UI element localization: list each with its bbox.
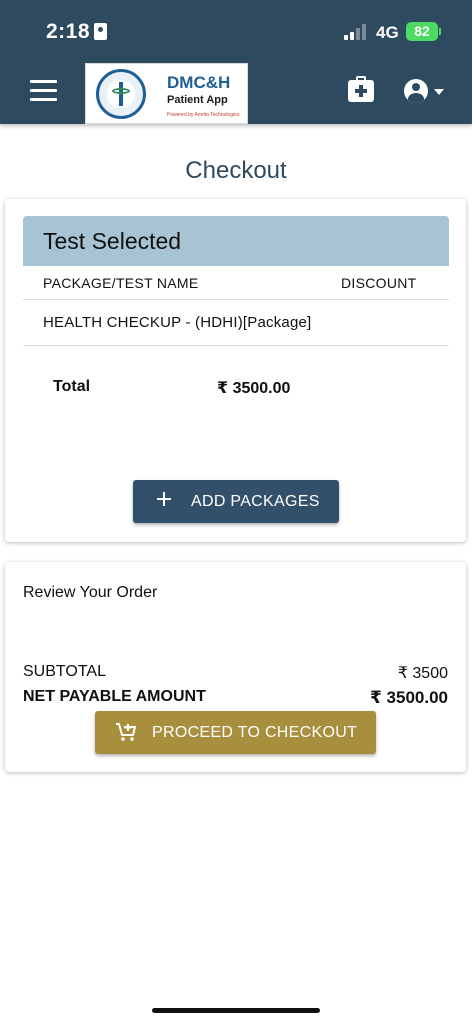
- review-order-card: Review Your Order SUBTOTAL ₹ 3500 NET PA…: [5, 562, 466, 772]
- tests-card-header: Test Selected: [23, 216, 449, 266]
- table-row: HEALTH CHECKUP - (HDHI)[Package]: [43, 314, 312, 331]
- subtotal-label: SUBTOTAL: [23, 663, 106, 680]
- signal-strength-icon: [344, 24, 370, 40]
- college-seal-icon: [96, 69, 146, 119]
- logo-subtitle: Patient App: [167, 94, 228, 106]
- cart-plus-icon: [115, 722, 137, 742]
- menu-icon[interactable]: [30, 80, 57, 102]
- id-badge-icon: [94, 23, 107, 40]
- divider: [23, 299, 449, 300]
- total-label: Total: [53, 378, 91, 395]
- proceed-to-checkout-button[interactable]: PROCEED TO CHECKOUT: [95, 711, 376, 754]
- medical-kit-icon[interactable]: [348, 76, 374, 102]
- add-packages-button[interactable]: ADD PACKAGES: [133, 480, 339, 523]
- status-time: 2:18: [46, 20, 91, 43]
- caret-down-icon[interactable]: [434, 89, 444, 95]
- tests-card-title: Test Selected: [43, 228, 182, 254]
- net-payable-value: ₹ 3500.00: [369, 688, 448, 707]
- logo-powered-by: Powered by Amrita Technologies: [167, 112, 240, 118]
- account-icon[interactable]: [404, 79, 428, 103]
- logo-title: DMC&H: [167, 73, 231, 92]
- network-type: 4G: [376, 23, 399, 42]
- total-value: ₹ 3500.00: [217, 380, 291, 397]
- divider: [23, 345, 449, 346]
- net-payable-label: NET PAYABLE AMOUNT: [23, 688, 206, 705]
- app-logo: DMC&H Patient App Powered by Amrita Tech…: [85, 63, 248, 124]
- page-title: Checkout: [185, 157, 287, 184]
- subtotal-value: ₹ 3500: [397, 665, 448, 682]
- plus-icon: [157, 492, 171, 506]
- add-packages-label: ADD PACKAGES: [191, 493, 320, 510]
- proceed-to-checkout-label: PROCEED TO CHECKOUT: [152, 724, 358, 741]
- column-header-discount: DISCOUNT: [341, 275, 417, 291]
- app-header: 2:18 4G 82 DMC&H Patient App Powered by …: [0, 0, 472, 124]
- battery-indicator: 82: [406, 22, 441, 41]
- selected-tests-card: Test Selected PACKAGE/TEST NAME DISCOUNT…: [5, 199, 466, 542]
- home-indicator[interactable]: [152, 1008, 320, 1013]
- review-order-title: Review Your Order: [23, 584, 158, 601]
- column-header-package-name: PACKAGE/TEST NAME: [43, 275, 199, 291]
